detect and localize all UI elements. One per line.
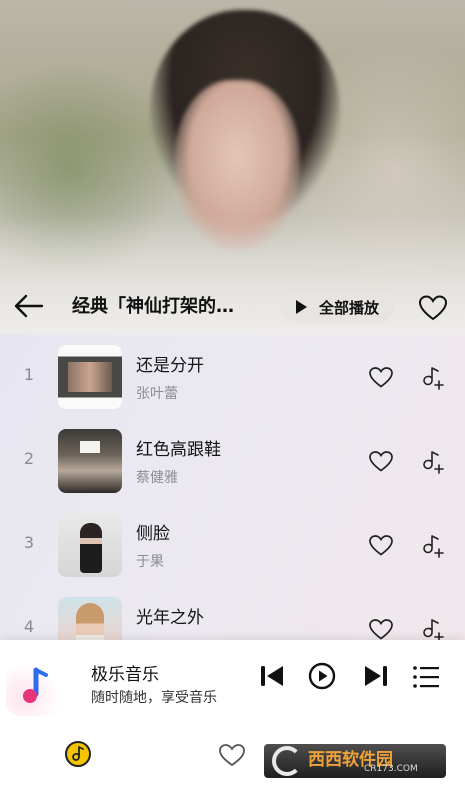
like-heart-icon[interactable] bbox=[368, 365, 394, 389]
play-all-label: 全部播放 bbox=[319, 298, 380, 317]
play-all-button[interactable]: 全部播放 bbox=[280, 291, 394, 323]
song-row[interactable]: 3 侧脸 于果 bbox=[0, 503, 465, 587]
playlist-header: 经典「神仙打架的… 全部播放 bbox=[0, 282, 465, 332]
like-heart-icon[interactable] bbox=[368, 617, 394, 641]
watermark-url: CR173.COM bbox=[364, 764, 418, 774]
song-artist: 张叶蕾 bbox=[136, 386, 178, 402]
back-arrow-icon[interactable] bbox=[12, 291, 46, 321]
song-cover bbox=[58, 429, 122, 493]
add-to-queue-icon[interactable] bbox=[420, 449, 446, 475]
song-cover bbox=[58, 513, 122, 577]
song-cover bbox=[58, 345, 122, 409]
song-index: 1 bbox=[23, 365, 35, 384]
music-note-logo-icon bbox=[23, 667, 48, 703]
song-index: 4 bbox=[23, 617, 35, 636]
song-artist: 蔡健雅 bbox=[136, 470, 178, 486]
add-to-queue-icon[interactable] bbox=[420, 365, 446, 391]
mini-player[interactable]: 极乐音乐 随时随地，享受音乐 bbox=[0, 640, 465, 722]
nav-favorites-heart-icon[interactable] bbox=[218, 742, 246, 768]
like-heart-icon[interactable] bbox=[368, 449, 394, 473]
previous-track-icon[interactable] bbox=[258, 662, 286, 690]
like-heart-icon[interactable] bbox=[368, 533, 394, 557]
song-artist: 于果 bbox=[136, 554, 164, 570]
watermark-logo: 西西软件园 CR173.COM bbox=[264, 744, 446, 778]
playlist-title: 经典「神仙打架的… bbox=[72, 296, 234, 317]
next-track-icon[interactable] bbox=[362, 662, 390, 690]
nav-music-icon[interactable] bbox=[64, 740, 92, 768]
song-row[interactable]: 2 红色高跟鞋 蔡健雅 bbox=[0, 419, 465, 503]
song-index: 3 bbox=[23, 533, 35, 552]
watermark-c-mark bbox=[272, 746, 302, 776]
play-button-icon[interactable] bbox=[308, 662, 336, 690]
album-cover-hero: 经典「神仙打架的… 全部播放 bbox=[0, 0, 465, 335]
playlist-queue-icon[interactable] bbox=[412, 664, 440, 690]
song-name: 还是分开 bbox=[136, 356, 204, 376]
song-name: 红色高跟鞋 bbox=[136, 440, 221, 460]
play-icon bbox=[296, 300, 307, 314]
song-name: 侧脸 bbox=[136, 524, 170, 544]
app-logo bbox=[6, 656, 66, 716]
favorite-playlist-heart-icon[interactable] bbox=[418, 294, 448, 322]
song-name: 光年之外 bbox=[136, 608, 204, 628]
song-row[interactable]: 1 还是分开 张叶蕾 bbox=[0, 335, 465, 419]
bottom-navigation: 西西软件园 CR173.COM bbox=[0, 722, 465, 791]
player-subtitle: 随时随地，享受音乐 bbox=[91, 690, 217, 706]
add-to-queue-icon[interactable] bbox=[420, 533, 446, 559]
player-title: 极乐音乐 bbox=[91, 665, 159, 685]
song-index: 2 bbox=[23, 449, 35, 468]
